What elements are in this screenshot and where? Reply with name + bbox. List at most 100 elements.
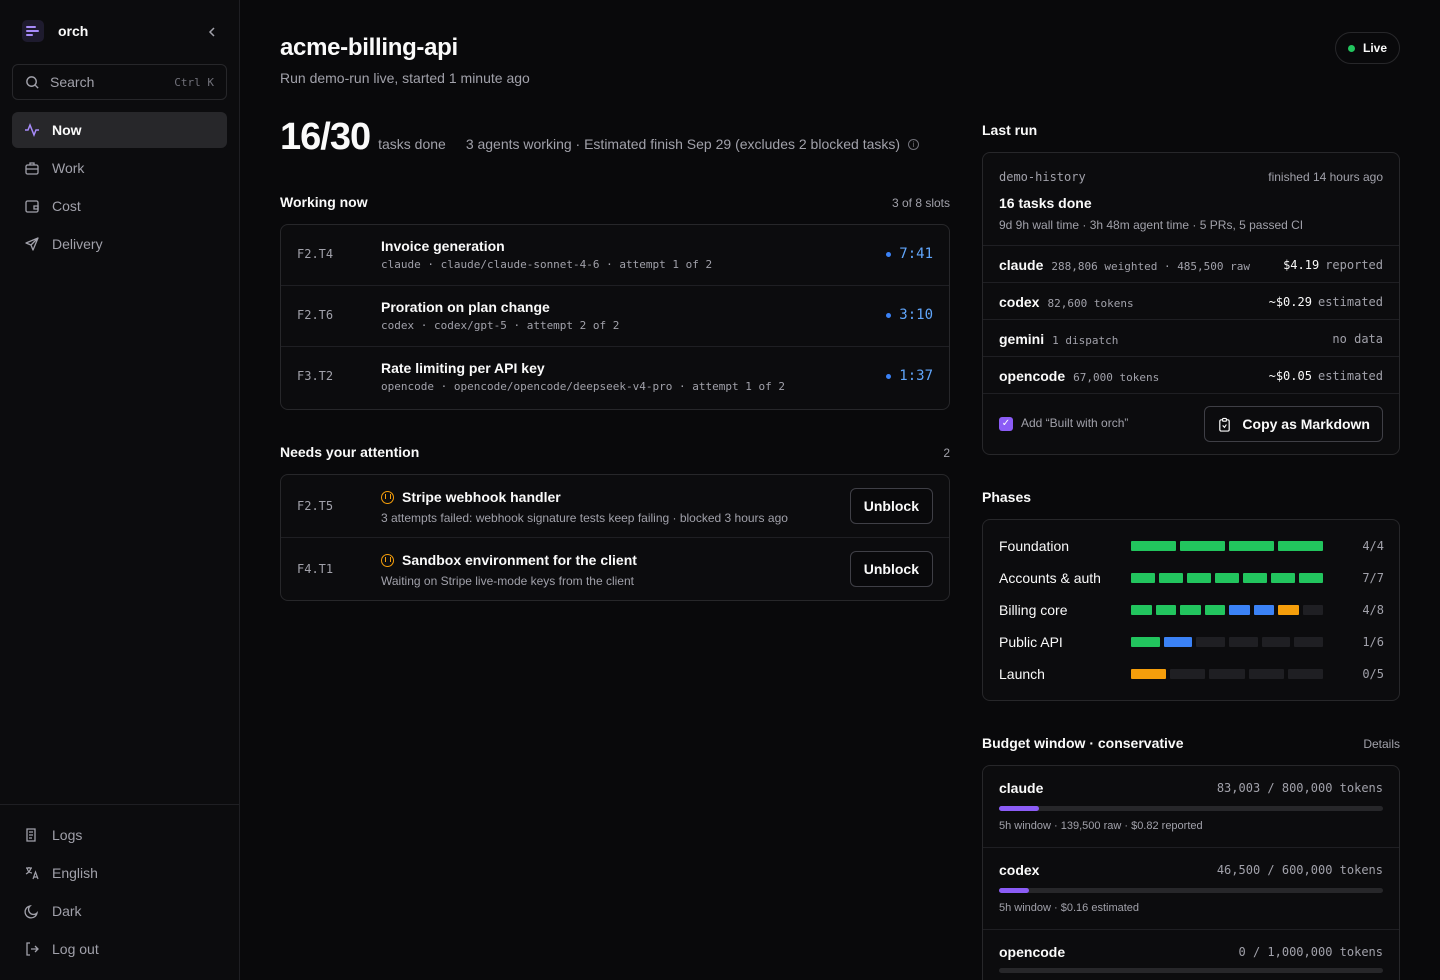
task-title: Sandbox environment for the client [381, 552, 637, 568]
budget-bar [999, 806, 1383, 811]
nav-item-cost[interactable]: Cost [12, 188, 227, 224]
sidebar: orch Search Ctrl K Now Work Cost Deliver… [0, 0, 240, 980]
last-run-actions: ✓ Add “Built with orch” Copy as Markdown [983, 394, 1399, 454]
unblock-button[interactable]: Unblock [849, 488, 933, 524]
live-dot-icon [1348, 44, 1355, 52]
task-row[interactable]: F3.T2 Rate limiting per API key opencode… [281, 347, 949, 408]
progress-summary: 16/30 tasks done 3 agents working · Esti… [280, 116, 920, 159]
working-now-heading: Working now [280, 194, 368, 210]
running-dot-icon [886, 373, 892, 379]
blocked-task-row[interactable]: F2.T5 Stripe webhook handler 3 attempts … [281, 475, 949, 538]
phase-count: 4/4 [1362, 539, 1384, 553]
agent-name: claude 288,806 weighted · 485,500 raw [999, 257, 1250, 273]
nav-label: Log out [52, 941, 99, 957]
task-timer: 1:37 [886, 368, 933, 384]
clipboard-icon [1219, 417, 1231, 432]
nav-item-delivery[interactable]: Delivery [12, 226, 227, 262]
budget-details-link[interactable]: Details [1300, 737, 1400, 751]
last-run-summary: demo-history finished 14 hours ago 16 ta… [983, 153, 1399, 246]
agent-tokens: 288,806 weighted · 485,500 raw [1051, 260, 1251, 273]
progress-description: 3 agents working · Estimated finish Sep … [466, 136, 920, 152]
phase-row[interactable]: Billing core 4/8 [999, 600, 1384, 620]
task-id: F3.T2 [297, 369, 334, 383]
copy-markdown-button[interactable]: Copy as Markdown [1204, 406, 1383, 442]
live-status-badge: Live [1335, 32, 1401, 64]
agent-name: codex [999, 862, 1040, 878]
info-icon[interactable]: i [908, 138, 920, 150]
run-subtitle: 9d 9h wall time · 3h 48m agent time · 5 … [999, 218, 1304, 232]
search-button[interactable]: Search Ctrl K [12, 64, 227, 100]
run-finished: finished 14 hours ago [1268, 170, 1383, 184]
phase-segment-done [1278, 541, 1323, 551]
last-run-card: demo-history finished 14 hours ago 16 ta… [982, 152, 1400, 455]
last-run-heading: Last run [982, 122, 1038, 138]
phase-count: 1/6 [1362, 635, 1384, 649]
agent-name: claude [999, 780, 1044, 796]
phase-progress [1131, 669, 1323, 679]
nav-label: Now [52, 122, 82, 138]
moon-icon [24, 904, 39, 919]
collapse-sidebar-icon[interactable] [204, 24, 220, 40]
phase-segment-blocked [1278, 605, 1299, 615]
phase-row[interactable]: Launch 0/5 [999, 664, 1384, 684]
page-subtitle: Run demo-run live, started 1 minute ago [280, 70, 530, 86]
nav-label: Work [52, 160, 85, 176]
phase-progress [1131, 573, 1323, 583]
cost-note: reported [1325, 258, 1383, 272]
task-row[interactable]: F2.T4 Invoice generation claude · claude… [281, 225, 949, 286]
agent-cost-row: codex 82,600 tokens ~$0.29 estimated [983, 283, 1399, 320]
agent-name: opencode 67,000 tokens [999, 368, 1159, 384]
briefcase-icon [25, 162, 39, 175]
budget-row: claude 83,003 / 800,000 tokens 5h window… [983, 766, 1399, 848]
task-id: F2.T6 [297, 308, 334, 322]
agent-name: codex 82,600 tokens [999, 294, 1134, 310]
brand[interactable]: orch [22, 20, 88, 42]
working-now-list: F2.T4 Invoice generation claude · claude… [280, 224, 950, 410]
budget-tokens: 0 / 1,000,000 tokens [1238, 945, 1384, 959]
phase-segment-done [1131, 637, 1160, 647]
nav-item-logout[interactable]: Log out [12, 931, 227, 967]
phase-segment-done [1180, 605, 1201, 615]
phase-row[interactable]: Public API 1/6 [999, 632, 1384, 652]
attention-count: 2 [943, 446, 950, 460]
page-title: acme-billing-api [280, 34, 458, 61]
task-meta: opencode · opencode/opencode/deepseek-v4… [381, 380, 785, 393]
nav-label: Dark [52, 903, 82, 919]
blocked-task-row[interactable]: F4.T1 Sandbox environment for the client… [281, 538, 949, 600]
phase-segment-active [1253, 605, 1274, 615]
unblock-button[interactable]: Unblock [849, 551, 933, 587]
cost-note: no data [1332, 332, 1383, 346]
phase-segment-active [1229, 605, 1250, 615]
nav-item-logs[interactable]: Logs [12, 817, 227, 853]
app-name: orch [58, 23, 89, 39]
task-timer: 7:41 [886, 246, 933, 262]
phase-count: 7/7 [1362, 571, 1384, 585]
budget-row: codex 46,500 / 600,000 tokens 5h window … [983, 848, 1399, 930]
phase-segment-active [1163, 637, 1193, 647]
cost-value: ~$0.29 [1268, 295, 1312, 309]
phase-row[interactable]: Accounts & auth 7/7 [999, 568, 1384, 588]
nav-item-language[interactable]: English [12, 855, 227, 891]
nav-item-now[interactable]: Now [12, 112, 227, 148]
budget-bar-fill [999, 806, 1039, 811]
activity-icon [25, 122, 39, 138]
cost-note: estimated [1317, 369, 1383, 383]
phase-segment-done [1180, 541, 1225, 551]
attention-list: F2.T5 Stripe webhook handler 3 attempts … [280, 474, 950, 601]
cost-value: ~$0.05 [1268, 369, 1312, 383]
task-meta: 3 attempts failed: webhook signature tes… [381, 511, 788, 525]
built-with-checkbox[interactable]: ✓ [999, 417, 1013, 431]
agent-cost: no data [1326, 332, 1383, 346]
phase-segment-done [1229, 541, 1274, 551]
task-row[interactable]: F2.T6 Proration on plan change codex · c… [281, 286, 949, 347]
phase-segment-done [1187, 573, 1211, 583]
nav-item-theme[interactable]: Dark [12, 893, 227, 929]
budget-note: 5h window · 139,500 raw · $0.82 reported [999, 820, 1203, 832]
nav-item-work[interactable]: Work [12, 150, 227, 186]
budget-note: 5h window · $0.16 estimated [999, 902, 1140, 914]
phase-row[interactable]: Foundation 4/4 [999, 536, 1384, 556]
running-dot-icon [886, 251, 892, 257]
search-shortcut: Ctrl K [174, 75, 214, 89]
phase-count: 4/8 [1362, 603, 1384, 617]
built-with-label[interactable]: Add “Built with orch” [1021, 416, 1128, 430]
